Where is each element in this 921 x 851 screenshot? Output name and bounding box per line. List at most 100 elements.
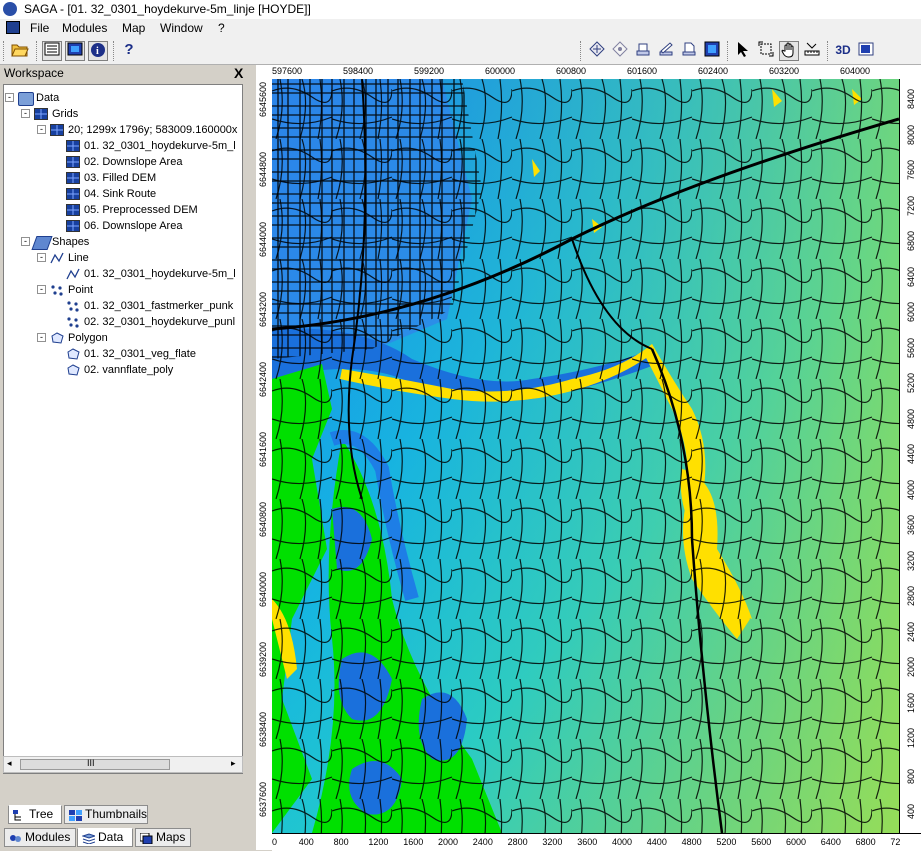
ruler-left-label: 6644800 xyxy=(258,151,268,187)
modules-icon xyxy=(9,832,22,843)
close-icon[interactable]: X xyxy=(234,65,243,81)
ruler-right-label: 2000 xyxy=(906,656,916,677)
grid-icon xyxy=(66,156,80,168)
tree-node[interactable]: - Data xyxy=(4,90,242,106)
ruler-bottom-label: 6400 xyxy=(820,837,841,847)
3d-view-icon[interactable]: 3D xyxy=(833,41,853,61)
layout-icon[interactable] xyxy=(856,41,876,61)
collapse-icon[interactable]: - xyxy=(37,125,46,134)
tree-node[interactable]: 02. Downslope Area xyxy=(4,154,242,170)
ruler-bottom-label: 5600 xyxy=(751,837,772,847)
tree-node[interactable]: 01. 32_0301_hoydekurve-5m_l xyxy=(4,266,242,282)
tab-thumbnails[interactable]: Thumbnails xyxy=(64,805,148,824)
workspace-title: Workspace xyxy=(4,66,64,80)
tab-tree[interactable]: Tree xyxy=(8,805,62,824)
zoom-selection-icon[interactable] xyxy=(633,41,653,61)
map-image xyxy=(272,79,899,833)
ruler-right-label: 6400 xyxy=(906,266,916,287)
ruler-bottom-label: 800 xyxy=(333,837,349,847)
zoom-full-icon[interactable] xyxy=(587,41,607,61)
zoom-layer-icon[interactable] xyxy=(610,41,630,61)
toolbar-grip[interactable] xyxy=(727,41,731,61)
open-icon[interactable] xyxy=(10,41,30,61)
tree-node[interactable]: - Grids xyxy=(4,106,242,122)
map-canvas[interactable] xyxy=(272,79,899,833)
tree-node[interactable]: 05. Preprocessed DEM xyxy=(4,202,242,218)
tab-data[interactable]: Data xyxy=(77,828,133,847)
menu-window[interactable]: Window xyxy=(160,21,203,35)
grid-system-icon xyxy=(50,124,64,136)
shapes-icon xyxy=(31,236,53,250)
ruler-right-label: 1200 xyxy=(906,727,916,748)
help-icon[interactable]: ? xyxy=(119,41,139,61)
synchronize-icon[interactable] xyxy=(679,41,699,61)
pan-icon[interactable] xyxy=(779,41,799,61)
tab-modules[interactable]: Modules xyxy=(4,828,76,847)
tree-node[interactable]: - Polygon xyxy=(4,330,242,346)
object-properties-icon[interactable] xyxy=(65,41,85,61)
ruler-bottom-label: 3200 xyxy=(542,837,563,847)
tab-thumbnails-label: Thumbnails xyxy=(85,807,148,821)
tree-node[interactable]: 03. Filled DEM xyxy=(4,170,242,186)
toolbar-grip[interactable] xyxy=(580,41,584,61)
tab-data-label: Data xyxy=(98,830,124,844)
select-icon[interactable] xyxy=(733,41,753,61)
collapse-icon[interactable]: - xyxy=(5,93,14,102)
menu-help[interactable]: ? xyxy=(218,21,225,35)
workspace-tree[interactable]: - Data - Grids -20; 1299x 1796y; 583009.1600… xyxy=(3,84,243,774)
menu-file[interactable]: File xyxy=(30,21,49,35)
toolbar-grip[interactable] xyxy=(3,41,7,61)
tree-node[interactable]: - Shapes xyxy=(4,234,242,250)
scrollbar-thumb[interactable]: III xyxy=(20,758,170,770)
menu-modules[interactable]: Modules xyxy=(62,21,107,35)
ruler-left-label: 6638400 xyxy=(258,711,268,747)
tree-node[interactable]: - Line xyxy=(4,250,242,266)
menu-map[interactable]: Map xyxy=(122,21,145,35)
tree-node[interactable]: - Point xyxy=(4,282,242,298)
toolbar-grip[interactable] xyxy=(113,41,117,61)
ruler-right-label: 6000 xyxy=(906,301,916,322)
svg-text:i: i xyxy=(96,46,99,57)
tree-node[interactable]: 02. 32_0301_hoydekurve_punl xyxy=(4,314,242,330)
workspace-header: Workspace X xyxy=(0,65,254,82)
tree-node[interactable]: 02. vannflate_poly xyxy=(4,362,242,378)
collapse-icon[interactable]: - xyxy=(21,237,30,246)
ruler-top-label: 599200 xyxy=(414,66,445,76)
ruler-right-label: 6800 xyxy=(906,230,916,251)
tree-node[interactable]: 04. Sink Route xyxy=(4,186,242,202)
data-source-icon[interactable]: i xyxy=(88,41,108,61)
tree-node-label: 06. Downslope Area xyxy=(84,220,183,232)
collapse-icon[interactable]: - xyxy=(37,253,46,262)
document-icon[interactable] xyxy=(6,21,20,34)
tab-maps[interactable]: Maps xyxy=(135,828,191,847)
grid-icon xyxy=(66,204,80,216)
toolbar-grip[interactable] xyxy=(36,41,40,61)
tab-tree-label: Tree xyxy=(29,807,54,821)
workspace-icon[interactable] xyxy=(42,41,62,61)
ruler-left-label: 6644000 xyxy=(258,221,268,257)
ruler-top-label: 604000 xyxy=(840,66,871,76)
tab-maps-label: Maps xyxy=(156,830,186,844)
map-window-icon[interactable] xyxy=(702,41,722,61)
ruler-bottom-label: 6800 xyxy=(855,837,876,847)
tree-node[interactable]: - 20; 1299x 1796y; 583009.160000x xyxy=(4,122,242,138)
ruler-left-label: 6640800 xyxy=(258,501,268,537)
scroll-right-icon[interactable]: ▸ xyxy=(231,758,236,769)
scroll-left-icon[interactable]: ◂ xyxy=(7,758,12,769)
tree-node[interactable]: 01. 32_0301_fastmerker_punk xyxy=(4,298,242,314)
saga-logo-icon xyxy=(3,2,17,16)
zoom-active-icon[interactable] xyxy=(656,41,676,61)
zoom-icon[interactable] xyxy=(756,41,776,61)
tree-node[interactable]: 06. Downslope Area xyxy=(4,218,242,234)
horizontal-scrollbar[interactable]: ◂ III ▸ xyxy=(3,756,243,773)
ruler-bottom-label: 3600 xyxy=(577,837,598,847)
polygon-shape-icon xyxy=(66,364,80,376)
tree-node[interactable]: 01. 32_0301_veg_flate xyxy=(4,346,242,362)
ruler-left-label: 6637600 xyxy=(258,781,268,817)
tree-node[interactable]: 01. 32_0301_hoydekurve-5m_l xyxy=(4,138,242,154)
collapse-icon[interactable]: - xyxy=(37,285,46,294)
collapse-icon[interactable]: - xyxy=(37,333,46,342)
collapse-icon[interactable]: - xyxy=(21,109,30,118)
toolbar-grip[interactable] xyxy=(827,41,831,61)
measure-icon[interactable] xyxy=(802,41,822,61)
